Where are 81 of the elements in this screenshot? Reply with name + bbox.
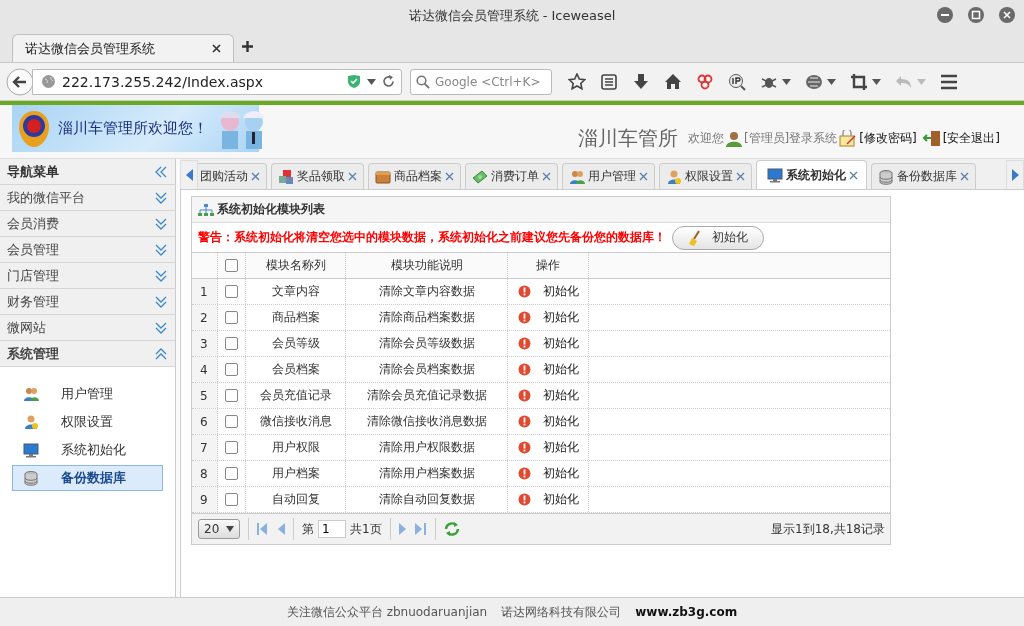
window-title: 诺达微信会员管理系统 - Iceweasel	[408, 7, 616, 25]
table-cell: 清除自动回复数据	[346, 487, 508, 512]
menu-item[interactable]: 系统初始化	[12, 437, 163, 463]
row-number: 1	[192, 279, 218, 304]
table-cell: 清除会员充值记录数据	[346, 383, 508, 408]
record-summary: 显示1到18,共18记录	[771, 520, 885, 538]
initialize-link[interactable]: 初始化	[542, 283, 579, 300]
tab[interactable]: 备份数据库	[871, 163, 976, 189]
tab[interactable]: 团购活动	[198, 163, 267, 189]
initialize-link[interactable]: 初始化	[542, 465, 579, 482]
page-total: 共1页	[350, 520, 382, 538]
tab[interactable]: 奖品领取	[271, 163, 364, 189]
table-cell: 清除文章内容数据	[346, 279, 508, 304]
row-number: 6	[192, 409, 218, 434]
row-number: 7	[192, 435, 218, 460]
table-cell: 清除用户档案数据	[346, 461, 508, 486]
footer-text: www.zb3g.com	[635, 605, 738, 619]
row-number: 2	[192, 305, 218, 330]
table-cell: 用户档案	[246, 461, 346, 486]
tab[interactable]: 权限设置	[659, 163, 752, 189]
row-number: 8	[192, 461, 218, 486]
panel-title: 系统初始化模块列表	[217, 201, 325, 218]
header-link[interactable]: [安全退出]	[942, 130, 1000, 147]
banner-text: 淄川车管理所欢迎您！	[58, 119, 208, 138]
sidebar-title: 导航菜单	[7, 162, 59, 181]
initialize-link[interactable]: 初始化	[542, 387, 579, 404]
tab-title: 诺达微信会员管理系统	[25, 39, 155, 58]
initialize-link[interactable]: 初始化	[542, 309, 579, 326]
menu-section[interactable]: 微网站	[0, 315, 175, 341]
table-cell: 用户权限	[246, 435, 346, 460]
menu-section[interactable]: 财务管理	[0, 289, 175, 315]
warning-text: 警告：系统初始化将清空您选中的模块数据，系统初始化之前建议您先备份您的数据库！	[198, 229, 666, 246]
footer-text: 诺达网络科技有限公司	[501, 603, 622, 621]
menu-section[interactable]: 门店管理	[0, 263, 175, 289]
footer-text: 关注微信公众平台 zbnuodaruanjian	[286, 603, 488, 621]
address-field[interactable]: 222.173.255.242/Index.aspx	[32, 68, 402, 95]
row-number: 3	[192, 331, 218, 356]
menu-item[interactable]: 权限设置	[12, 409, 163, 435]
menu-item[interactable]: 用户管理	[12, 381, 163, 407]
column-header: 操作	[508, 253, 589, 278]
tab[interactable]: 用户管理	[562, 163, 655, 189]
page-size-select[interactable]: 20	[198, 519, 240, 539]
row-number: 9	[192, 487, 218, 512]
initialize-link[interactable]: 初始化	[542, 491, 579, 508]
user-text: [管理员]登录系统	[743, 130, 838, 147]
table-cell: 清除会员等级数据	[346, 331, 508, 356]
table-cell: 清除会员档案数据	[346, 357, 508, 382]
initialize-link[interactable]: 初始化	[542, 361, 579, 378]
initialize-button[interactable]: 初始化	[672, 225, 764, 250]
table-cell: 清除用户权限数据	[346, 435, 508, 460]
initialize-link[interactable]: 初始化	[542, 413, 579, 430]
row-number: 5	[192, 383, 218, 408]
column-header: 模块名称列	[246, 253, 346, 278]
page-label: 第	[302, 520, 314, 538]
menu-section[interactable]: 我的微信平台	[0, 185, 175, 211]
welcome-text: 欢迎您	[687, 130, 724, 147]
column-header: 模块功能说明	[346, 253, 508, 278]
table-cell: 会员档案	[246, 357, 346, 382]
table-cell: 会员等级	[246, 331, 346, 356]
menu-section[interactable]: 系统管理	[0, 341, 175, 367]
table-cell: 清除商品档案数据	[346, 305, 508, 330]
menu-section[interactable]: 会员管理	[0, 237, 175, 263]
table-cell: 文章内容	[246, 279, 346, 304]
tab[interactable]: 系统初始化	[756, 160, 867, 189]
page-number-field[interactable]: 1	[318, 520, 346, 538]
browser-tab[interactable]: 诺达微信会员管理系统	[12, 34, 234, 62]
tab[interactable]: 商品档案	[368, 163, 461, 189]
table-cell: 微信接收消息	[246, 409, 346, 434]
tab[interactable]: 消费订单	[465, 163, 558, 189]
menu-item[interactable]: 备份数据库	[12, 465, 163, 491]
initialize-link[interactable]: 初始化	[542, 439, 579, 456]
table-cell: 商品档案	[246, 305, 346, 330]
search-field[interactable]: Google <Ctrl+K>	[410, 68, 552, 95]
table-cell: 自动回复	[246, 487, 346, 512]
header-link[interactable]: [修改密码]	[859, 130, 917, 147]
initialize-link[interactable]: 初始化	[542, 335, 579, 352]
site-name: 淄川车管所	[577, 125, 678, 152]
table-cell: 清除微信接收消息数据	[346, 409, 508, 434]
menu-section[interactable]: 会员消费	[0, 211, 175, 237]
row-number: 4	[192, 357, 218, 382]
table-cell: 会员充值记录	[246, 383, 346, 408]
